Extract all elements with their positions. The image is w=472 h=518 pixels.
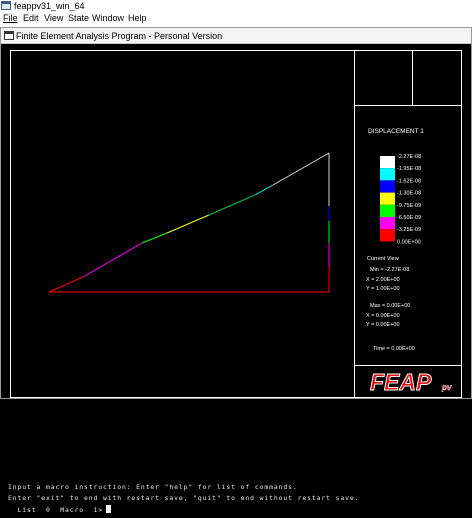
menu-file-label: File: [3, 13, 18, 23]
console-line-2: Enter "exit" to end with restart save, "…: [8, 494, 360, 502]
window-icon: [4, 31, 14, 40]
legend-swatch: [380, 204, 395, 217]
time-value: Time = 0.00E+00: [373, 346, 415, 352]
current-view-label: Current View: [367, 256, 399, 262]
menu-file[interactable]: File: [3, 12, 18, 25]
legend-title: DISPLACEMENT 1: [368, 128, 424, 135]
min-y: Y = 1.00E+00: [366, 286, 400, 292]
legend-swatch: [380, 168, 395, 181]
legend-label: -3.25E-09: [397, 227, 421, 233]
menu-view[interactable]: View: [44, 12, 63, 25]
console-prompt-line[interactable]: List 0 Macro 1>: [8, 505, 111, 514]
console-prompt: List 0 Macro 1>: [8, 506, 103, 514]
menu-help[interactable]: Help: [128, 12, 147, 25]
legend-swatch: [380, 180, 395, 193]
feap-app-icon: [1, 1, 11, 10]
legend-swatch: [380, 156, 395, 169]
console-line-1: Input a macro instruction: Enter "help" …: [8, 483, 298, 491]
console-window[interactable]: Input a macro instruction: Enter "help" …: [0, 399, 472, 518]
logo-suffix: pv: [441, 383, 452, 392]
max-value: Max = 0.00E+00: [370, 303, 410, 309]
graphics-caption-bar: Finite Element Analysis Program - Person…: [1, 28, 471, 44]
max-y: Y = 0.00E+00: [366, 322, 400, 328]
legend-label: -1.30E-08: [397, 191, 421, 197]
legend-label: -1.62E-08: [397, 178, 421, 184]
legend-swatch: [380, 217, 395, 230]
legend-label: -1.95E-08: [397, 166, 421, 172]
logo-text: FEAP: [370, 369, 432, 395]
legend-label: -6.50E-09: [397, 215, 421, 221]
application-title-bar: feappv31_win_64: [0, 0, 472, 12]
plot-area-frame: [10, 50, 355, 398]
mesh-edge-diagonal-white: [272, 152, 330, 186]
max-x: X = 0.00E+00: [366, 313, 400, 319]
window-title: feappv31_win_64: [14, 1, 85, 11]
menu-edit[interactable]: Edit: [23, 12, 39, 25]
mesh-edge-diagonal-cyan: [254, 184, 274, 196]
legend-label: -2.27E-08: [397, 154, 421, 160]
min-x: X = 2.00E+00: [366, 277, 400, 283]
legend-swatches: -2.27E-08 -1.95E-08 -1.62E-08 -1.30E-08 -9.7…: [380, 154, 421, 245]
mesh-boundary: [48, 152, 330, 293]
feap-logo: FEAP pv: [370, 369, 453, 396]
legend-label: -9.75E-09: [397, 203, 421, 209]
mesh-edge-diagonal-yellow: [166, 214, 210, 234]
legend-label: 0.00E+00: [397, 239, 421, 245]
plot-canvas: DISPLACEMENT 1 -2.27E-08 -1.95E-08 -1.62E-…: [10, 50, 462, 398]
menu-window[interactable]: Window: [92, 12, 124, 25]
min-value: Min = -2.27E-08: [370, 267, 409, 273]
legend-swatch: [380, 229, 395, 242]
legend-swatch: [380, 192, 395, 205]
menu-bar: File Edit View State Window Help: [0, 12, 472, 25]
mesh-edge-diagonal-green: [141, 232, 168, 244]
text-cursor: [105, 505, 111, 513]
menu-state[interactable]: State: [68, 12, 89, 25]
mesh-edge-diagonal-green2: [208, 194, 256, 216]
graphics-window[interactable]: DISPLACEMENT 1 -2.27E-08 -1.95E-08 -1.62E-…: [0, 27, 472, 399]
graphics-caption: Finite Element Analysis Program - Person…: [16, 31, 223, 41]
mesh-edge-diagonal-magenta: [82, 242, 143, 278]
mesh-edge-diagonal-red: [48, 276, 84, 293]
